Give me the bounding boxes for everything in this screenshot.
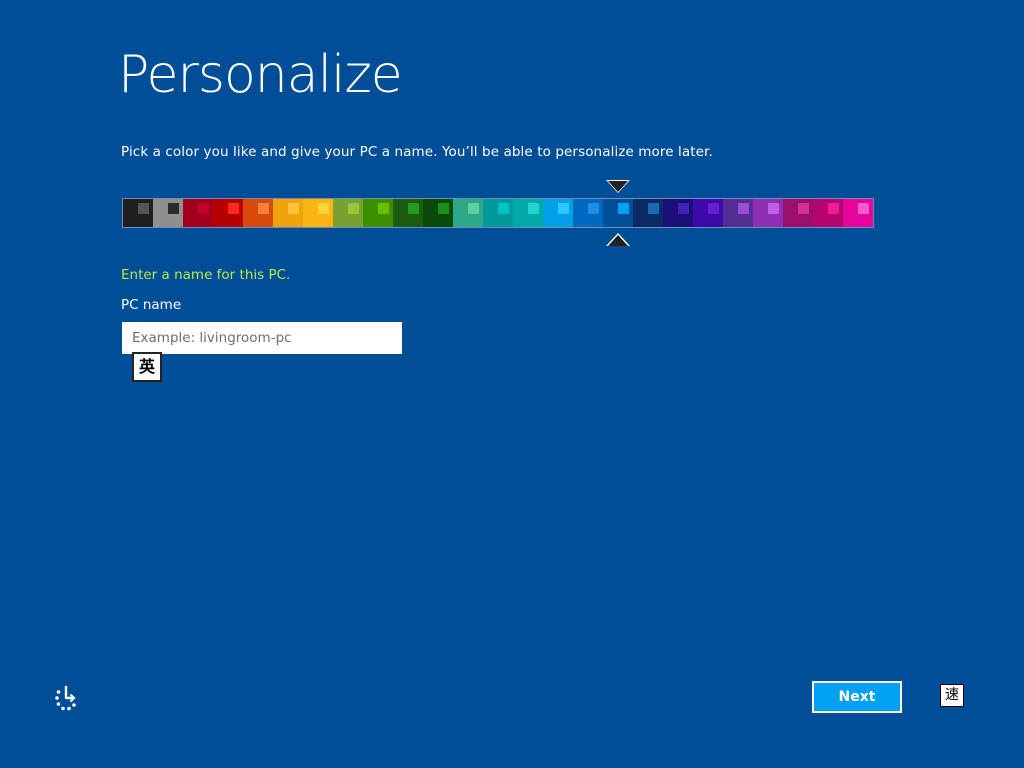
color-swatch[interactable] [663, 199, 693, 227]
color-swatch-accent [468, 203, 479, 214]
color-swatch-accent [258, 203, 269, 214]
color-swatch[interactable] [333, 199, 363, 227]
color-swatch-accent [498, 203, 509, 214]
ime-mode-icon[interactable]: 速 [940, 684, 964, 707]
color-swatch-accent [858, 203, 869, 214]
color-swatch-accent [348, 203, 359, 214]
color-swatch[interactable] [363, 199, 393, 227]
color-swatch[interactable] [153, 199, 183, 227]
color-swatch-accent [828, 203, 839, 214]
color-swatch-accent [168, 203, 179, 214]
color-swatch[interactable] [633, 199, 663, 227]
color-swatch-accent [438, 203, 449, 214]
color-swatch-accent [228, 203, 239, 214]
instruction-text: Pick a color you like and give your PC a… [121, 144, 713, 160]
color-swatch[interactable] [483, 199, 513, 227]
color-swatch[interactable] [183, 199, 213, 227]
color-swatch-accent [618, 203, 629, 214]
color-swatch[interactable] [243, 199, 273, 227]
color-swatch[interactable] [753, 199, 783, 227]
color-swatch[interactable] [573, 199, 603, 227]
color-swatch[interactable] [693, 199, 723, 227]
color-swatch-accent [588, 203, 599, 214]
color-swatch-accent [798, 203, 809, 214]
color-swatch[interactable] [423, 199, 453, 227]
color-swatch-accent [378, 203, 389, 214]
color-swatch[interactable] [393, 199, 423, 227]
color-swatch-accent [558, 203, 569, 214]
color-swatch-accent [198, 203, 209, 214]
color-swatch-accent [408, 203, 419, 214]
color-swatch-accent [678, 203, 689, 214]
color-swatch[interactable] [843, 199, 873, 227]
color-swatch[interactable] [213, 199, 243, 227]
color-swatch-accent [708, 203, 719, 214]
selected-color-marker-top-icon [608, 181, 628, 192]
color-swatch-accent [738, 203, 749, 214]
selected-color-marker-bottom-icon [608, 235, 628, 246]
ime-input-mode-indicator: 英 [132, 352, 162, 382]
pc-name-label: PC name [121, 297, 182, 313]
color-swatch-accent [318, 203, 329, 214]
ease-of-access-icon[interactable] [52, 684, 80, 712]
next-button[interactable]: Next [812, 681, 902, 713]
color-swatch-accent [288, 203, 299, 214]
color-swatch[interactable] [513, 199, 543, 227]
page-title: Personalize [118, 45, 403, 105]
color-swatch[interactable] [603, 199, 633, 227]
color-swatch[interactable] [813, 199, 843, 227]
color-swatch[interactable] [123, 199, 153, 227]
color-swatch-accent [768, 203, 779, 214]
color-swatch-accent [648, 203, 659, 214]
color-swatch[interactable] [303, 199, 333, 227]
color-swatch[interactable] [783, 199, 813, 227]
color-swatch[interactable] [723, 199, 753, 227]
color-swatch[interactable] [273, 199, 303, 227]
name-prompt: Enter a name for this PC. [121, 267, 291, 283]
color-swatch-accent [528, 203, 539, 214]
color-swatch[interactable] [543, 199, 573, 227]
color-swatch[interactable] [453, 199, 483, 227]
color-palette[interactable] [122, 198, 874, 228]
pc-name-input[interactable] [122, 322, 402, 354]
color-swatch-accent [138, 203, 149, 214]
